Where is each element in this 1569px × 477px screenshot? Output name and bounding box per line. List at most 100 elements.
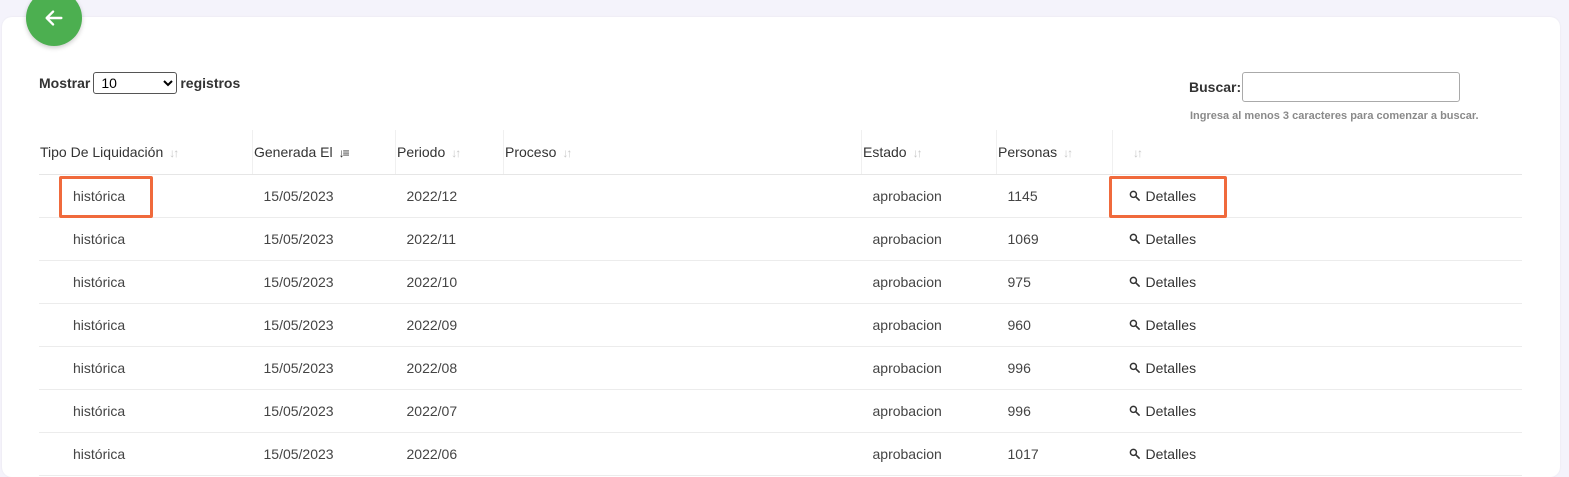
details-button[interactable]: Detalles	[1129, 316, 1197, 333]
cell-estado: aprobacion	[861, 260, 997, 304]
cell-personas: 996	[996, 389, 1113, 433]
cell-generada: 15/05/2023	[252, 432, 396, 476]
sort-icon: ↓↑	[1063, 146, 1073, 160]
page-size-select[interactable]: 10	[93, 72, 178, 94]
search-icon	[1129, 190, 1140, 202]
table-header-row: Tipo De Liquidación ↓↑ Generada El ↓≡ Peri…	[39, 130, 1522, 175]
details-label: Detalles	[1145, 273, 1197, 290]
cell-estado: aprobacion	[861, 174, 997, 218]
details-button[interactable]: Detalles	[1129, 187, 1197, 204]
cell-periodo: 2022/11	[395, 217, 504, 261]
column-header-personas[interactable]: Personas ↓↑	[996, 130, 1113, 175]
cell-estado: aprobacion	[861, 217, 997, 261]
search-icon	[1129, 362, 1140, 374]
sort-icon: ↓↑	[562, 146, 572, 160]
search-icon	[1129, 448, 1140, 460]
arrow-left-icon	[45, 10, 63, 26]
cell-periodo: 2022/07	[395, 389, 504, 433]
cell-tipo: histórica	[39, 432, 253, 476]
cell-tipo: histórica	[39, 260, 253, 304]
column-header-actions[interactable]: ↓↑	[1112, 130, 1522, 175]
cell-estado: aprobacion	[861, 389, 997, 433]
sort-icon: ↓↑	[169, 146, 179, 160]
cell-actions: Detalles	[1112, 303, 1522, 347]
table-body: histórica 15/05/2023 2022/12 aprobacion 1145…	[39, 174, 1522, 476]
search-label: Buscar:	[1189, 79, 1242, 95]
column-header-label: Tipo De Liquidación	[40, 144, 164, 160]
search-icon	[1129, 405, 1140, 417]
liquidation-table: Tipo De Liquidación ↓↑ Generada El ↓≡ Peri…	[39, 130, 1522, 476]
column-header-label: Periodo	[397, 144, 446, 160]
details-label: Detalles	[1145, 316, 1197, 333]
cell-periodo: 2022/09	[395, 303, 504, 347]
search-hint: Ingresa al menos 3 caracteres para comen…	[1190, 110, 1479, 122]
cell-tipo: histórica	[39, 174, 253, 218]
length-menu: Mostrar 10 registros	[39, 72, 240, 94]
cell-estado: aprobacion	[861, 346, 997, 390]
search-icon	[1129, 319, 1140, 331]
cell-actions: Detalles	[1112, 260, 1522, 304]
table-row: histórica 15/05/2023 2022/09 aprobacion 960 D…	[39, 303, 1522, 347]
details-label: Detalles	[1145, 445, 1197, 462]
details-label: Detalles	[1145, 402, 1197, 419]
table-row: histórica 15/05/2023 2022/07 aprobacion 996 D…	[39, 389, 1522, 433]
cell-proceso	[503, 303, 862, 347]
cell-personas: 996	[996, 346, 1113, 390]
search-icon	[1129, 276, 1140, 288]
cell-actions: Detalles	[1112, 217, 1522, 261]
search-box: Buscar:	[1189, 72, 1461, 102]
cell-personas: 975	[996, 260, 1113, 304]
cell-personas: 960	[996, 303, 1113, 347]
cell-personas: 1069	[996, 217, 1113, 261]
column-header-proceso[interactable]: Proceso ↓↑	[503, 130, 862, 175]
cell-periodo: 2022/10	[395, 260, 504, 304]
table-row: histórica 15/05/2023 2022/11 aprobacion 1069…	[39, 217, 1522, 261]
column-header-label: Generada El	[254, 144, 333, 160]
cell-tipo: histórica	[39, 217, 253, 261]
cell-proceso	[503, 346, 862, 390]
cell-proceso	[503, 432, 862, 476]
cell-generada: 15/05/2023	[252, 260, 396, 304]
cell-proceso	[503, 389, 862, 433]
details-button[interactable]: Detalles	[1129, 445, 1197, 462]
details-label: Detalles	[1145, 230, 1197, 247]
cell-proceso	[503, 217, 862, 261]
sort-icon: ↓↑	[451, 146, 461, 160]
length-menu-suffix: registros	[180, 75, 241, 91]
details-button[interactable]: Detalles	[1129, 402, 1197, 419]
details-button[interactable]: Detalles	[1129, 273, 1197, 290]
column-header-estado[interactable]: Estado ↓↑	[861, 130, 997, 175]
cell-periodo: 2022/12	[395, 174, 504, 218]
sort-icon: ↓↑	[1133, 146, 1143, 160]
details-label: Detalles	[1145, 187, 1197, 204]
cell-generada: 15/05/2023	[252, 303, 396, 347]
details-label: Detalles	[1145, 359, 1197, 376]
table-row: histórica 15/05/2023 2022/10 aprobacion 975 D…	[39, 260, 1522, 304]
table-row: histórica 15/05/2023 2022/06 aprobacion 1017…	[39, 432, 1522, 476]
column-header-label: Proceso	[505, 144, 557, 160]
cell-periodo: 2022/08	[395, 346, 504, 390]
column-header-tipo[interactable]: Tipo De Liquidación ↓↑	[39, 130, 253, 175]
search-icon	[1129, 233, 1140, 245]
table-row: histórica 15/05/2023 2022/12 aprobacion 1145…	[39, 174, 1522, 218]
cell-generada: 15/05/2023	[252, 346, 396, 390]
cell-personas: 1145	[996, 174, 1113, 218]
column-header-periodo[interactable]: Periodo ↓↑	[395, 130, 504, 175]
cell-periodo: 2022/06	[395, 432, 504, 476]
cell-generada: 15/05/2023	[252, 174, 396, 218]
cell-estado: aprobacion	[861, 432, 997, 476]
cell-tipo: histórica	[39, 303, 253, 347]
column-header-generada[interactable]: Generada El ↓≡	[252, 130, 396, 175]
search-input[interactable]	[1242, 72, 1461, 102]
cell-actions: Detalles	[1112, 174, 1522, 218]
cell-tipo: histórica	[39, 389, 253, 433]
cell-generada: 15/05/2023	[252, 217, 396, 261]
length-menu-prefix: Mostrar	[39, 75, 91, 91]
cell-actions: Detalles	[1112, 346, 1522, 390]
details-button[interactable]: Detalles	[1129, 230, 1197, 247]
cell-actions: Detalles	[1112, 432, 1522, 476]
cell-actions: Detalles	[1112, 389, 1522, 433]
details-button[interactable]: Detalles	[1129, 359, 1197, 376]
cell-proceso	[503, 260, 862, 304]
cell-proceso	[503, 174, 862, 218]
